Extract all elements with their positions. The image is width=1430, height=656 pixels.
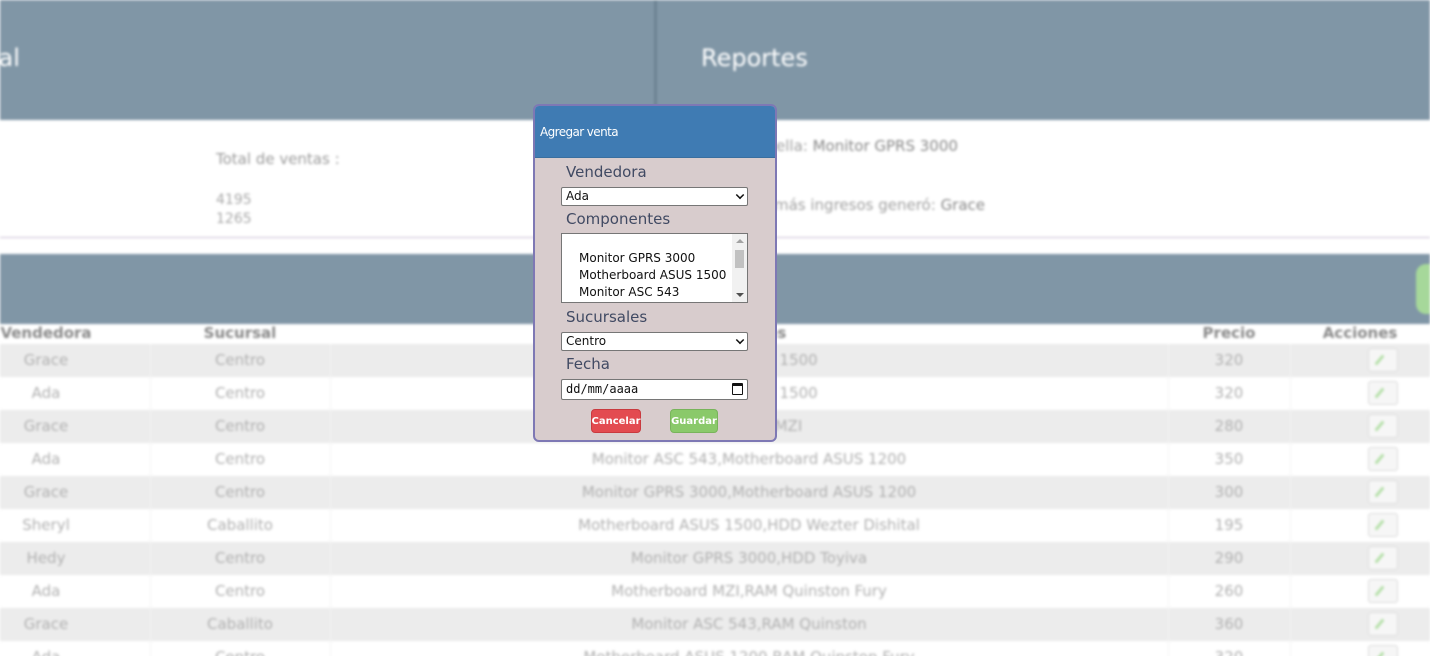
modal-header: Agregar venta (535, 106, 775, 158)
chevron-down-icon (735, 335, 745, 345)
componentes-option[interactable]: Monitor GPRS 3000 (579, 251, 695, 265)
vendedora-select[interactable]: Ada (561, 187, 748, 206)
vendedora-selected-value: Ada (566, 189, 589, 203)
componentes-label: Componentes (566, 210, 671, 228)
vendedora-label: Vendedora (566, 163, 647, 181)
calendar-icon[interactable] (732, 383, 743, 395)
componentes-option[interactable]: Monitor ASC 543 (579, 285, 679, 299)
componentes-option[interactable]: Motherboard ASUS 1500 (579, 268, 726, 282)
sucursales-selected-value: Centro (566, 334, 607, 348)
add-sale-modal: Agregar venta Vendedora Ada Componentes … (533, 104, 777, 442)
chevron-down-icon (735, 190, 745, 200)
scroll-down-arrow-icon[interactable] (736, 293, 744, 297)
fecha-date-input[interactable]: dd/mm/aaaa (561, 379, 748, 400)
fecha-label: Fecha (566, 355, 610, 373)
modal-title: Agregar venta (540, 124, 619, 139)
sucursales-label: Sucursales (566, 308, 648, 326)
sucursales-select[interactable]: Centro (561, 332, 748, 351)
componentes-multiselect[interactable]: Monitor GPRS 3000 Motherboard ASUS 1500 … (561, 233, 748, 303)
scrollbar-thumb[interactable] (735, 250, 744, 268)
scroll-up-arrow-icon[interactable] (736, 239, 744, 243)
save-button[interactable]: Guardar (670, 409, 718, 433)
cancel-button[interactable]: Cancelar (591, 409, 641, 433)
listbox-scrollbar[interactable] (732, 234, 747, 302)
fecha-placeholder: dd/mm/aaaa (566, 382, 639, 396)
